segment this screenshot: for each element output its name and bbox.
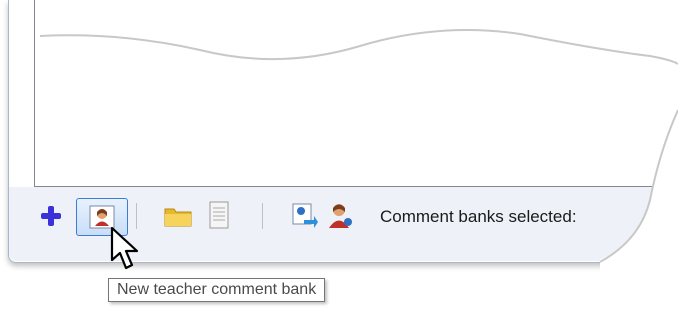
tooltip: New teacher comment bank [108,278,326,302]
mouse-cursor-icon [108,226,148,278]
add-icon[interactable] [40,205,62,227]
toolbar-separator [262,203,263,229]
list-item[interactable]: Generic [34,15,634,37]
person-icon[interactable] [326,201,354,229]
folder-icon[interactable] [164,205,192,227]
comment-banks-selected-label: Comment banks selected: [380,207,577,226]
search-person-icon[interactable] [290,201,318,229]
document-icon[interactable] [208,201,230,229]
list-item-label: Generic [62,17,115,34]
